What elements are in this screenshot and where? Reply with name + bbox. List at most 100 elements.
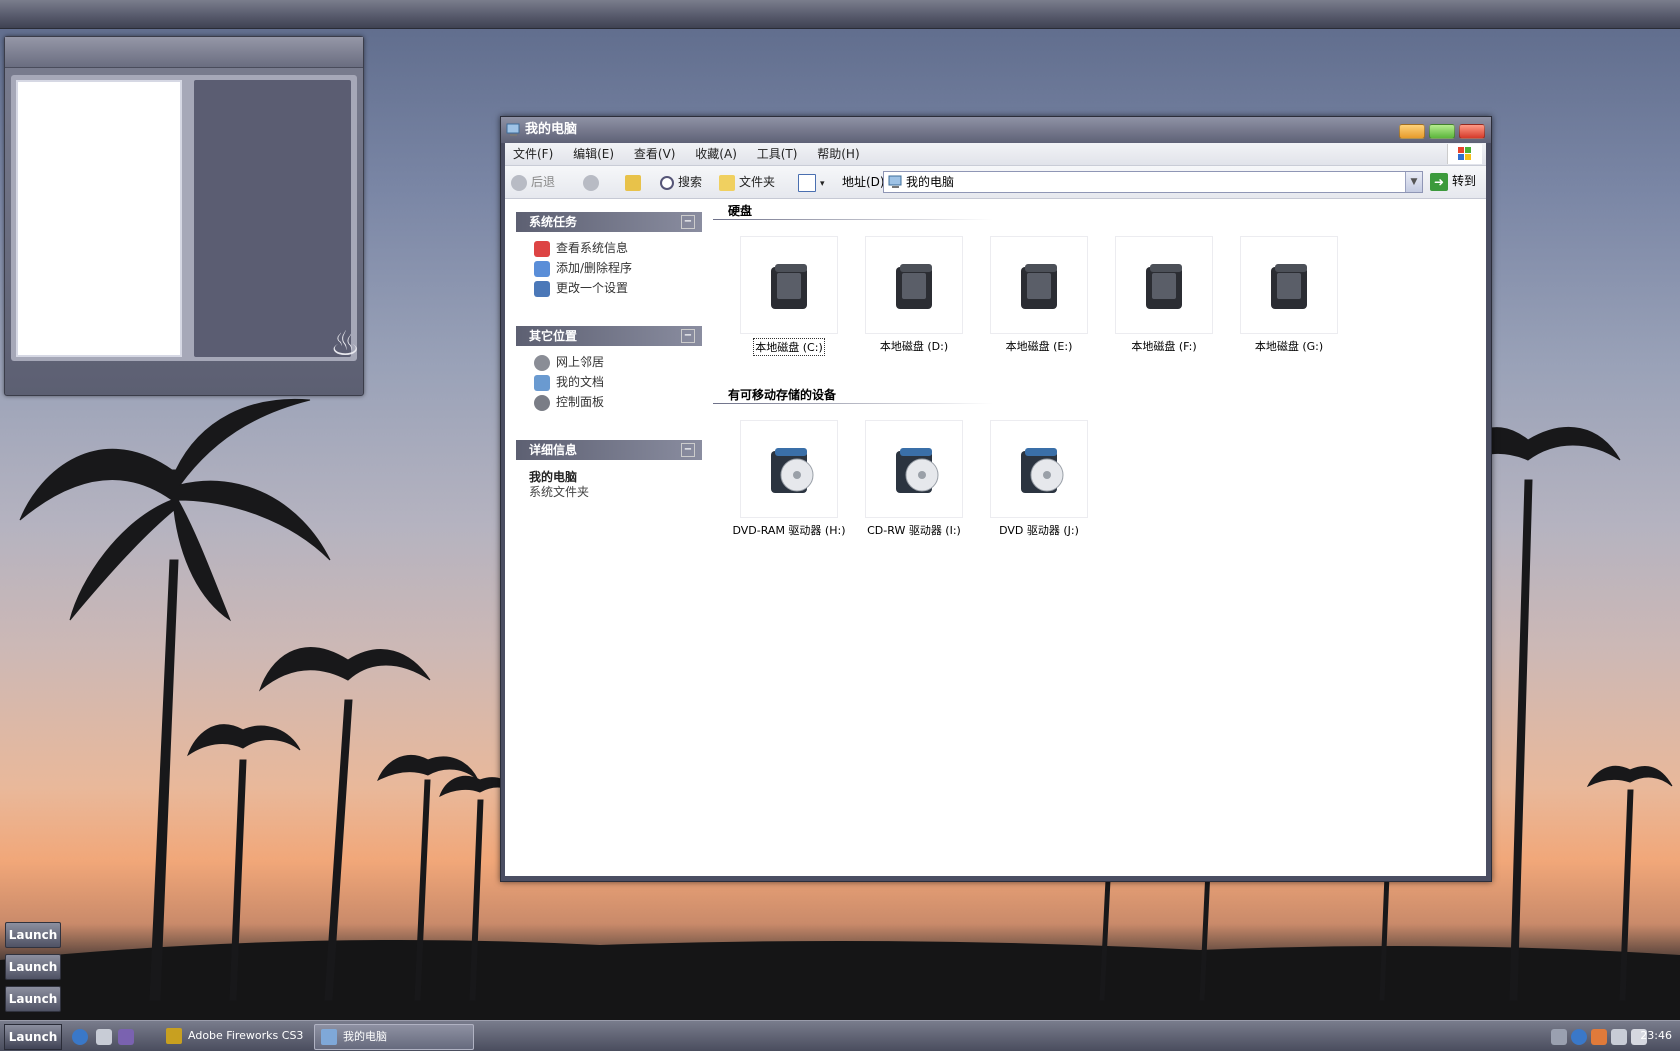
place-label: 控制面板	[556, 395, 605, 409]
title-bar[interactable]: 我的电脑	[501, 117, 1491, 143]
back-label: 后退	[531, 175, 556, 189]
content-area: 系统任务 − 查看系统信息 添加/删除程序 更改一个设置 其它位置 − 网上邻居…	[505, 199, 1486, 876]
drive-j[interactable]: DVD 驱动器 (J:)	[979, 420, 1099, 538]
address-dropdown-icon[interactable]: ▼	[1405, 172, 1422, 192]
task-my-computer[interactable]: 我的电脑	[314, 1024, 474, 1050]
details-header[interactable]: 详细信息 −	[516, 440, 702, 460]
hard-disks-title: 硬盘	[728, 204, 753, 218]
place-label: 网上邻居	[556, 355, 605, 369]
media-icon[interactable]	[118, 1029, 134, 1045]
drive-e[interactable]: 本地磁盘 (E:)	[979, 236, 1099, 354]
up-folder-icon	[625, 174, 641, 191]
add-remove-icon	[534, 260, 550, 277]
drive-label: 本地磁盘 (E:)	[1005, 340, 1073, 353]
explorer-window: 我的电脑 文件(F) 编辑(E) 查看(V) 收藏(A) 工具(T) 帮助(H)…	[500, 116, 1492, 882]
task-add-remove-programs[interactable]: 添加/删除程序	[534, 259, 632, 277]
folder-icon	[719, 174, 735, 191]
goto-arrow-icon: ➜	[1430, 172, 1448, 191]
place-my-documents[interactable]: 我的文档	[534, 373, 604, 391]
widget-dark-pane: ♨	[194, 80, 360, 361]
menu-view[interactable]: 查看(V)	[626, 143, 684, 165]
collapse-icon[interactable]: −	[681, 329, 695, 343]
system-tasks-header[interactable]: 系统任务 −	[516, 212, 702, 232]
chat-icon[interactable]	[1611, 1029, 1627, 1045]
place-control-panel[interactable]: 控制面板	[534, 393, 604, 411]
menu-help[interactable]: 帮助(H)	[809, 143, 867, 165]
search-button[interactable]: 搜索	[660, 173, 702, 191]
toolbar: 后退 搜索 文件夹 ▾ 地址(D) 我的电脑 ▼ ➜ 转到	[505, 166, 1486, 199]
task-pane: 系统任务 − 查看系统信息 添加/删除程序 更改一个设置 其它位置 − 网上邻居…	[505, 199, 705, 876]
documents-icon	[534, 374, 550, 391]
optical-drive-icon	[865, 420, 963, 518]
launch-button-1[interactable]: Launch	[5, 922, 61, 948]
drive-label: DVD-RAM 驱动器 (H:)	[732, 524, 846, 537]
hard-disk-icon	[1115, 236, 1213, 334]
task-change-setting[interactable]: 更改一个设置	[534, 279, 628, 297]
taskbar-launch-button[interactable]: Launch	[4, 1024, 62, 1050]
folders-label: 文件夹	[739, 175, 776, 189]
hard-disk-icon	[740, 236, 838, 334]
place-label: 我的文档	[556, 375, 605, 389]
goto-label: 转到	[1452, 174, 1477, 188]
menu-file[interactable]: 文件(F)	[505, 143, 561, 165]
menu-edit[interactable]: 编辑(E)	[565, 143, 622, 165]
java-icon[interactable]: ♨	[330, 327, 360, 361]
address-field[interactable]: 我的电脑 ▼	[883, 171, 1423, 193]
launch-button-3[interactable]: Launch	[5, 986, 61, 1012]
drive-i[interactable]: CD-RW 驱动器 (I:)	[854, 420, 974, 538]
maximize-button[interactable]	[1429, 124, 1455, 139]
forward-button[interactable]	[583, 173, 603, 191]
address-label: 地址(D)	[842, 175, 885, 189]
show-hidden-icons[interactable]	[1551, 1029, 1567, 1045]
drive-f[interactable]: 本地磁盘 (F:)	[1104, 236, 1224, 354]
my-computer-icon	[888, 175, 902, 188]
views-button[interactable]: ▾	[798, 173, 825, 192]
drive-label: 本地磁盘 (D:)	[879, 340, 949, 353]
other-places-header[interactable]: 其它位置 −	[516, 326, 702, 346]
drive-g[interactable]: 本地磁盘 (G:)	[1229, 236, 1349, 354]
forward-arrow-icon	[583, 174, 599, 191]
window-title: 我的电脑	[525, 122, 578, 137]
messenger-icon[interactable]	[1571, 1029, 1587, 1045]
launch-button-2[interactable]: Launch	[5, 954, 61, 980]
task-fireworks[interactable]: Adobe Fireworks CS3	[160, 1024, 328, 1048]
goto-button[interactable]: ➜ 转到	[1430, 172, 1476, 191]
menu-favorites[interactable]: 收藏(A)	[687, 143, 745, 165]
section-divider	[713, 219, 993, 220]
section-divider	[713, 403, 993, 404]
task-label: 更改一个设置	[556, 281, 629, 295]
drive-h[interactable]: DVD-RAM 驱动器 (H:)	[729, 420, 849, 538]
drive-label: DVD 驱动器 (J:)	[999, 524, 1079, 537]
task-label: 查看系统信息	[556, 241, 629, 255]
settings-icon	[534, 280, 550, 297]
drive-d[interactable]: 本地磁盘 (D:)	[854, 236, 974, 354]
hard-disk-icon	[1240, 236, 1338, 334]
drive-c[interactable]: 本地磁盘 (C:)	[729, 236, 849, 356]
network-tray-icon[interactable]	[1591, 1029, 1607, 1045]
up-folder-button[interactable]	[625, 173, 645, 191]
task-label: 添加/删除程序	[556, 261, 633, 275]
widget-body: ♨	[11, 75, 360, 361]
views-dropdown-icon: ▾	[820, 179, 825, 189]
desktop-widget: ♨	[4, 36, 364, 396]
menu-tools[interactable]: 工具(T)	[749, 143, 806, 165]
details-title: 详细信息	[529, 443, 578, 457]
explorer-icon[interactable]	[96, 1029, 112, 1045]
widget-header	[5, 37, 363, 68]
folders-button[interactable]: 文件夹	[719, 173, 775, 191]
control-panel-icon	[534, 394, 550, 411]
task-view-system-info[interactable]: 查看系统信息	[534, 239, 628, 257]
back-button[interactable]: 后退	[511, 173, 555, 191]
optical-drive-icon	[740, 420, 838, 518]
collapse-icon[interactable]: −	[681, 443, 695, 457]
close-button[interactable]	[1459, 124, 1485, 139]
minimize-button[interactable]	[1399, 124, 1425, 139]
widget-white-pane	[16, 80, 182, 357]
drive-label: CD-RW 驱动器 (I:)	[867, 524, 961, 537]
network-icon	[534, 354, 550, 371]
place-network[interactable]: 网上邻居	[534, 353, 604, 371]
browser-icon[interactable]	[72, 1029, 88, 1045]
collapse-icon[interactable]: −	[681, 215, 695, 229]
my-computer-icon	[506, 123, 520, 136]
hard-disk-icon	[990, 236, 1088, 334]
